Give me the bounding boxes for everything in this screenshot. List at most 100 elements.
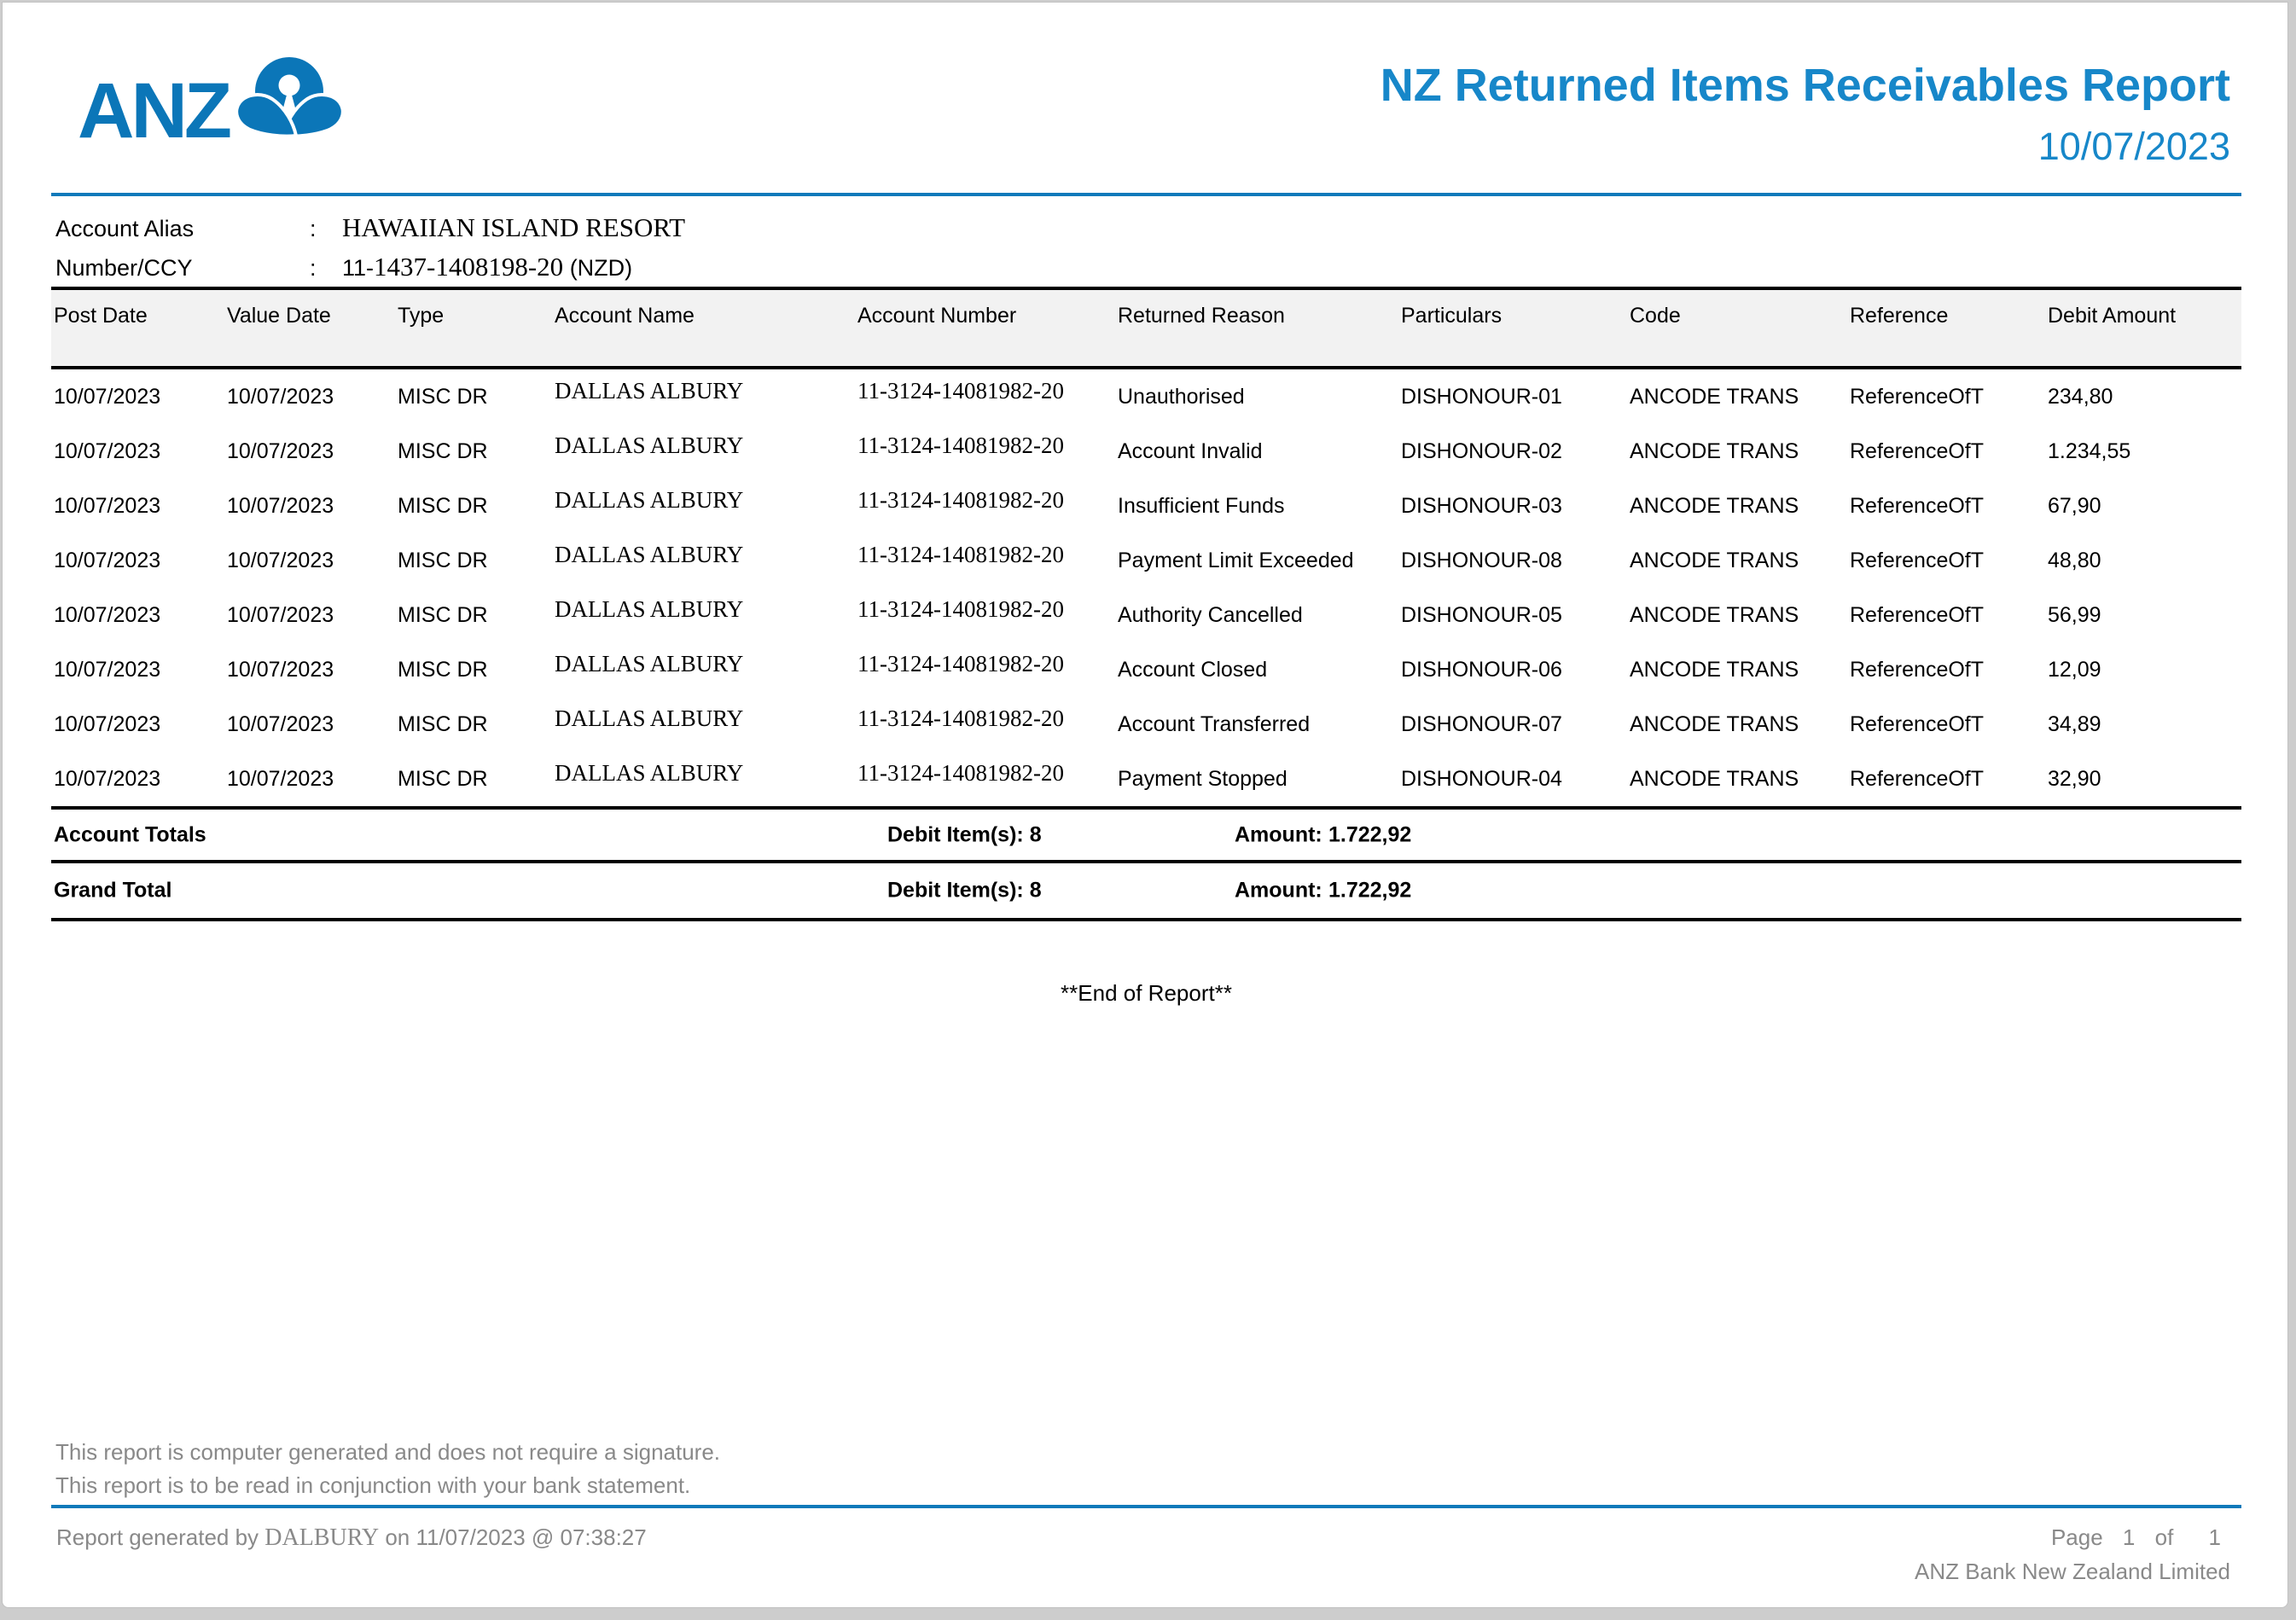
cell-value-date: 10/07/2023 xyxy=(227,494,398,519)
cell-reference: ReferenceOfT xyxy=(1850,658,2048,682)
cell-code: ANCODE TRANS xyxy=(1630,549,1850,573)
generated-line: Report generated by DALBURY on 11/07/202… xyxy=(56,1524,647,1552)
account-totals-amount-label: Amount: xyxy=(1235,822,1322,847)
cell-particulars: DISHONOUR-05 xyxy=(1401,603,1630,628)
cell-type: MISC DR xyxy=(398,658,555,682)
cell-debit-amount: 12,09 xyxy=(2048,658,2241,682)
account-meta: Account Alias : HAWAIIAN ISLAND RESORT N… xyxy=(55,212,1250,291)
cell-value-date: 10/07/2023 xyxy=(227,603,398,628)
cell-type: MISC DR xyxy=(398,712,555,737)
anz-logo-text: ANZ xyxy=(78,72,229,150)
table-row: 10/07/2023 10/07/2023 MISC DR DALLAS ALB… xyxy=(51,533,2241,588)
col-header-account-number: Account Number xyxy=(857,304,1118,328)
grand-total-label: Grand Total xyxy=(54,879,171,903)
bank-name: ANZ Bank New Zealand Limited xyxy=(1915,1559,2230,1585)
col-header-debit-amount: Debit Amount xyxy=(2048,304,2241,328)
table-header-row: Post Date Value Date Type Account Name A… xyxy=(51,287,2241,369)
anz-logo: ANZ xyxy=(78,55,347,137)
cell-post-date: 10/07/2023 xyxy=(54,385,227,409)
col-header-particulars: Particulars xyxy=(1401,304,1630,328)
cell-account-number: 11-3124-14081982-20 xyxy=(857,433,1118,459)
cell-code: ANCODE TRANS xyxy=(1630,603,1850,628)
cell-returned-reason: Account Transferred xyxy=(1118,712,1401,737)
returned-items-table: Post Date Value Date Type Account Name A… xyxy=(51,287,2241,921)
total-pages: 1 xyxy=(2209,1524,2221,1550)
cell-post-date: 10/07/2023 xyxy=(54,549,227,573)
cell-debit-amount: 56,99 xyxy=(2048,603,2241,628)
table-row: 10/07/2023 10/07/2023 MISC DR DALLAS ALB… xyxy=(51,752,2241,806)
col-header-code: Code xyxy=(1630,304,1850,328)
report-title: NZ Returned Items Receivables Report xyxy=(1381,61,2230,111)
cell-particulars: DISHONOUR-07 xyxy=(1401,712,1630,737)
cell-account-name: DALLAS ALBURY xyxy=(555,760,857,787)
grand-total-row: Grand Total Debit Item(s): 8 Amount: 1.7… xyxy=(51,863,2241,921)
cell-post-date: 10/07/2023 xyxy=(54,658,227,682)
cell-account-number: 11-3124-14081982-20 xyxy=(857,651,1118,677)
cell-account-number: 11-3124-14081982-20 xyxy=(857,542,1118,568)
grand-total-debit-items: Debit Item(s): 8 xyxy=(887,879,1042,903)
cell-value-date: 10/07/2023 xyxy=(227,385,398,409)
cell-reference: ReferenceOfT xyxy=(1850,439,2048,464)
cell-returned-reason: Account Invalid xyxy=(1118,439,1401,464)
table-row: 10/07/2023 10/07/2023 MISC DR DALLAS ALB… xyxy=(51,588,2241,642)
cell-account-name: DALLAS ALBURY xyxy=(555,705,857,732)
cell-value-date: 10/07/2023 xyxy=(227,549,398,573)
number-ccy-colon: : xyxy=(310,255,342,282)
cell-account-number: 11-3124-14081982-20 xyxy=(857,378,1118,404)
cell-value-date: 10/07/2023 xyxy=(227,767,398,792)
cell-particulars: DISHONOUR-01 xyxy=(1401,385,1630,409)
report-date: 10/07/2023 xyxy=(1381,125,2230,169)
header-divider xyxy=(51,193,2241,196)
cell-reference: ReferenceOfT xyxy=(1850,494,2048,519)
footer-note-statement: This report is to be read in conjunction… xyxy=(55,1472,690,1499)
cell-debit-amount: 34,89 xyxy=(2048,712,2241,737)
cell-account-number: 11-3124-14081982-20 xyxy=(857,760,1118,787)
number-ccy-row: Number/CCY : 11-1437-1408198-20 (NZD) xyxy=(55,252,1250,291)
cell-returned-reason: Insufficient Funds xyxy=(1118,494,1401,519)
cell-post-date: 10/07/2023 xyxy=(54,494,227,519)
cell-returned-reason: Payment Limit Exceeded xyxy=(1118,549,1401,573)
report-page: ANZ NZ Returned Items Receivables Report… xyxy=(2,2,2288,1608)
cell-code: ANCODE TRANS xyxy=(1630,385,1850,409)
cell-account-number: 11-3124-14081982-20 xyxy=(857,596,1118,623)
anz-lotus-icon xyxy=(232,55,347,137)
cell-account-name: DALLAS ALBURY xyxy=(555,378,857,404)
table-row: 10/07/2023 10/07/2023 MISC DR DALLAS ALB… xyxy=(51,369,2241,424)
title-block: NZ Returned Items Receivables Report 10/… xyxy=(1381,61,2230,169)
cell-account-name: DALLAS ALBURY xyxy=(555,542,857,568)
account-totals-row: Account Totals Debit Item(s): 8 Amount: … xyxy=(51,810,2241,863)
cell-debit-amount: 67,90 xyxy=(2048,494,2241,519)
cell-returned-reason: Account Closed xyxy=(1118,658,1401,682)
col-header-type: Type xyxy=(398,304,555,328)
cell-code: ANCODE TRANS xyxy=(1630,658,1850,682)
cell-reference: ReferenceOfT xyxy=(1850,385,2048,409)
page-number: 1 xyxy=(2123,1524,2135,1550)
cell-account-number: 11-3124-14081982-20 xyxy=(857,487,1118,514)
cell-post-date: 10/07/2023 xyxy=(54,767,227,792)
page-indicator: Page 1 of 1 xyxy=(2051,1524,2221,1551)
col-header-post-date: Post Date xyxy=(54,304,227,328)
cell-particulars: DISHONOUR-02 xyxy=(1401,439,1630,464)
cell-type: MISC DR xyxy=(398,549,555,573)
cell-type: MISC DR xyxy=(398,385,555,409)
cell-debit-amount: 234,80 xyxy=(2048,385,2241,409)
cell-returned-reason: Payment Stopped xyxy=(1118,767,1401,792)
footer-note-signature: This report is computer generated and do… xyxy=(55,1439,720,1466)
cell-debit-amount: 1.234,55 xyxy=(2048,439,2241,464)
cell-account-name: DALLAS ALBURY xyxy=(555,487,857,514)
table-row: 10/07/2023 10/07/2023 MISC DR DALLAS ALB… xyxy=(51,424,2241,479)
generated-datetime: 11/07/2023 @ 07:38:27 xyxy=(416,1524,646,1550)
account-alias-colon: : xyxy=(310,216,342,242)
cell-reference: ReferenceOfT xyxy=(1850,712,2048,737)
cell-type: MISC DR xyxy=(398,494,555,519)
table-row: 10/07/2023 10/07/2023 MISC DR DALLAS ALB… xyxy=(51,479,2241,533)
cell-code: ANCODE TRANS xyxy=(1630,712,1850,737)
cell-type: MISC DR xyxy=(398,767,555,792)
cell-returned-reason: Unauthorised xyxy=(1118,385,1401,409)
account-totals-label: Account Totals xyxy=(54,822,206,847)
cell-account-name: DALLAS ALBURY xyxy=(555,651,857,677)
cell-reference: ReferenceOfT xyxy=(1850,603,2048,628)
col-header-reference: Reference xyxy=(1850,304,2048,328)
number-ccy-value: 11-1437-1408198-20 (NZD) xyxy=(342,252,1250,282)
cell-type: MISC DR xyxy=(398,603,555,628)
